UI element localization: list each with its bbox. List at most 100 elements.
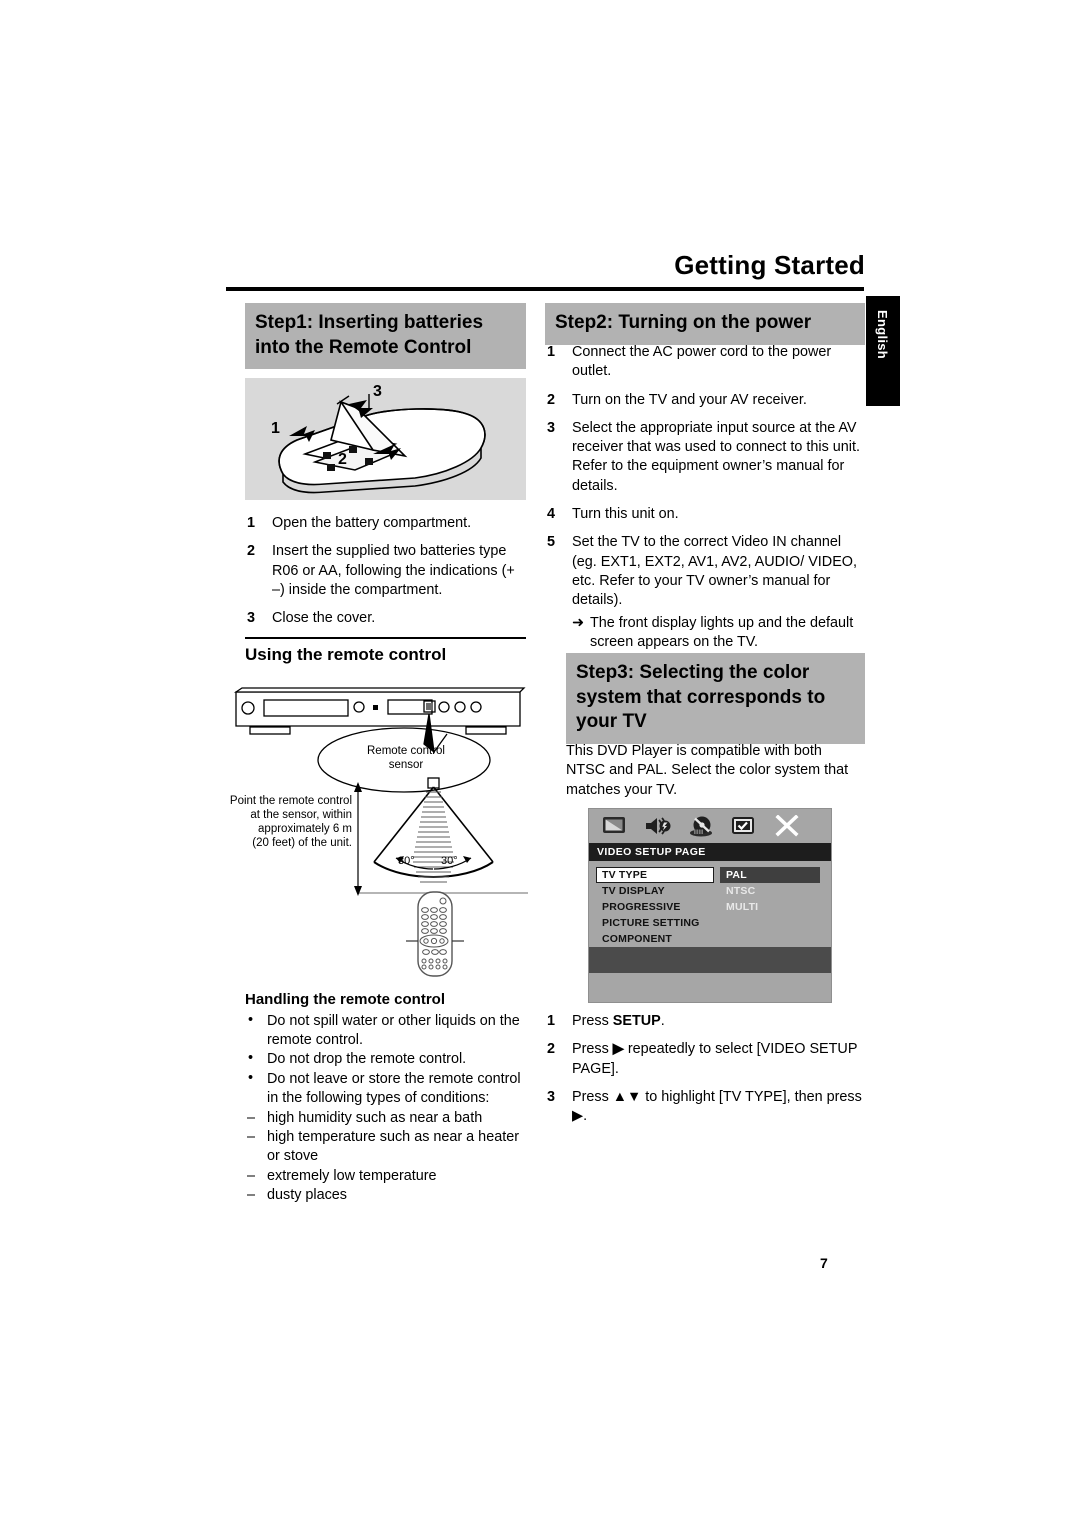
step2-result-text: The front display lights up and the defa…	[590, 614, 854, 650]
step3-intro: This DVD Player is compatible with both …	[566, 743, 849, 798]
step-text: Close the cover.	[272, 610, 376, 627]
step3-heading-line2: system that corresponds to	[576, 686, 826, 708]
angle-label-left: 30°	[398, 855, 415, 867]
list-item: – dusty places	[245, 1186, 530, 1205]
tv-icon[interactable]	[600, 813, 630, 839]
step-text: Connect the AC power cord to the power o…	[572, 344, 832, 380]
osd-body: TV TYPE TV DISPLAY PROGRESSIVE PICTURE S…	[589, 861, 831, 973]
step-number: 1	[547, 1013, 556, 1029]
manual-page: Getting Started English Step1: Inserting…	[0, 0, 1080, 1528]
list-item: 1 Open the battery compartment.	[245, 514, 530, 533]
point-text-line-2: at the sensor, within	[250, 809, 352, 821]
step-text-post: .	[660, 1013, 665, 1029]
key-setup: SETUP	[612, 1013, 661, 1029]
step1-heading-line1: Step1: Inserting batteries	[255, 312, 484, 333]
sensor-label-line1: Remote control	[367, 745, 445, 757]
step-number: 2	[247, 543, 256, 560]
bullet-text: extremely low temperature	[267, 1167, 437, 1184]
key-updown-arrows: ▲▼	[612, 1088, 642, 1105]
step3-heading: Step3: Selecting the color system that c…	[566, 653, 865, 745]
step-text: Set the TV to the correct Video IN chann…	[572, 534, 857, 609]
bullet-marker: •	[248, 1070, 254, 1087]
step3-heading-wrap: Step3: Selecting the color system that c…	[566, 653, 865, 745]
osd-menu-item-component[interactable]: COMPONENT	[596, 931, 714, 947]
point-text-line-3: approximately 6 m	[258, 823, 352, 835]
step2-heading: Step2: Turning on the power	[545, 303, 865, 345]
list-item: 5 Set the TV to the correct Video IN cha…	[545, 533, 865, 652]
osd-footer-bar	[589, 947, 831, 973]
osd-icon-row	[589, 809, 831, 843]
step3-instruction-list: 1 Press SETUP. 2 Press ▶ repeatedly to s…	[545, 1012, 865, 1135]
battery-figure-label-3: 3	[373, 383, 382, 400]
osd-option-multi[interactable]: MULTI	[720, 899, 820, 915]
battery-compartment-svg: 1 2 3	[271, 383, 486, 494]
list-item: 1 Connect the AC power cord to the power …	[545, 343, 865, 382]
step1-instruction-list: 1 Open the battery compartment. 2 Insert t…	[245, 514, 530, 637]
list-item: 3 Close the cover.	[245, 609, 530, 628]
list-item: – high humidity such as near a bath	[245, 1109, 530, 1128]
exit-x-icon[interactable]	[772, 813, 802, 839]
bullet-marker: –	[247, 1187, 256, 1204]
page-title: Getting Started	[674, 250, 865, 280]
language-side-tab-label: English	[875, 310, 890, 360]
list-item: • Do not spill water or other liquids on …	[245, 1012, 530, 1049]
osd-option-pal[interactable]: PAL	[720, 867, 820, 883]
step-number: 5	[547, 534, 556, 551]
bullet-marker: –	[247, 1167, 256, 1184]
step-number: 3	[547, 1088, 556, 1105]
step-text: Turn this unit on.	[572, 506, 679, 523]
step2-instruction-list: 1 Connect the AC power cord to the power …	[545, 343, 865, 661]
bullet-text: dusty places	[267, 1187, 347, 1204]
left-column: Step1: Inserting batteries into the Remo…	[245, 303, 526, 370]
page-number: 7	[820, 1255, 828, 1271]
step-number: 4	[547, 506, 556, 523]
osd-option-ntsc[interactable]: NTSC	[720, 883, 820, 899]
bullet-text: Do not spill water or other liquids on t…	[267, 1013, 520, 1048]
battery-figure-label-2: 2	[338, 451, 347, 468]
osd-option-list: PAL NTSC MULTI	[720, 867, 820, 915]
section-divider	[245, 637, 526, 639]
osd-menu-item-tv-display[interactable]: TV DISPLAY	[596, 883, 714, 899]
step-text: Select the appropriate input source at t…	[572, 419, 860, 494]
disc-preference-icon[interactable]	[686, 813, 716, 839]
step1-heading-line2: into the Remote Control	[255, 336, 472, 358]
osd-menu-item-picture-setting[interactable]: PICTURE SETTING	[596, 915, 714, 931]
list-item: 2 Insert the supplied two batteries type …	[245, 542, 530, 600]
bullet-marker: –	[247, 1109, 256, 1126]
bullet-text: Do not leave or store the remote control…	[267, 1071, 521, 1106]
step1-heading: Step1: Inserting batteries into the Remo…	[245, 303, 526, 370]
osd-menu-item-progressive[interactable]: PROGRESSIVE	[596, 899, 714, 915]
list-item: 2 Turn on the TV and your AV receiver.	[545, 391, 865, 410]
bullet-marker: –	[247, 1129, 256, 1146]
bullet-text: high temperature such as near a heater o…	[267, 1129, 519, 1165]
list-item: 2 Press ▶ repeatedly to select [VIDEO SE…	[545, 1040, 865, 1079]
handling-heading: Handling the remote control	[245, 991, 446, 1008]
arrow-icon: ➜	[572, 614, 585, 631]
step-text: Turn on the TV and your AV receiver.	[572, 391, 807, 408]
step3-heading-line3: your TV	[576, 711, 647, 733]
step-text-pre: Press	[572, 1013, 613, 1029]
language-side-tab: English	[866, 296, 900, 406]
remote-usage-svg: Remote control sensor 30° 30° Point the …	[230, 687, 528, 977]
key-right-arrow: ▶	[612, 1041, 624, 1058]
osd-menu-item-tv-type[interactable]: TV TYPE	[596, 867, 714, 883]
right-column: Step2: Turning on the power	[545, 303, 865, 345]
step2-heading-text: Step2: Turning on the power	[555, 312, 812, 333]
list-item: – high temperature such as near a heater …	[245, 1128, 530, 1165]
step-text-pre: Press	[572, 1041, 613, 1058]
list-item: 1 Press SETUP.	[545, 1012, 865, 1031]
header-rule	[226, 287, 864, 291]
handling-bullet-list: • Do not spill water or other liquids on …	[245, 1012, 530, 1206]
list-item: • Do not leave or store the remote contro…	[245, 1070, 530, 1107]
sensor-label-line2: sensor	[389, 759, 424, 771]
list-item: 3 Select the appropriate input source at …	[545, 419, 865, 496]
password-check-icon[interactable]	[729, 813, 759, 839]
osd-menu-list: TV TYPE TV DISPLAY PROGRESSIVE PICTURE S…	[596, 867, 714, 947]
step3-heading-line1: Step3: Selecting the color	[576, 662, 810, 683]
audio-speaker-icon[interactable]	[643, 813, 673, 839]
list-item: • Do not drop the remote control.	[245, 1050, 530, 1069]
step-number: 3	[547, 419, 556, 436]
bullet-text: high humidity such as near a bath	[267, 1109, 483, 1126]
step-text: Open the battery compartment.	[272, 515, 472, 531]
list-item: 4 Turn this unit on.	[545, 505, 865, 524]
